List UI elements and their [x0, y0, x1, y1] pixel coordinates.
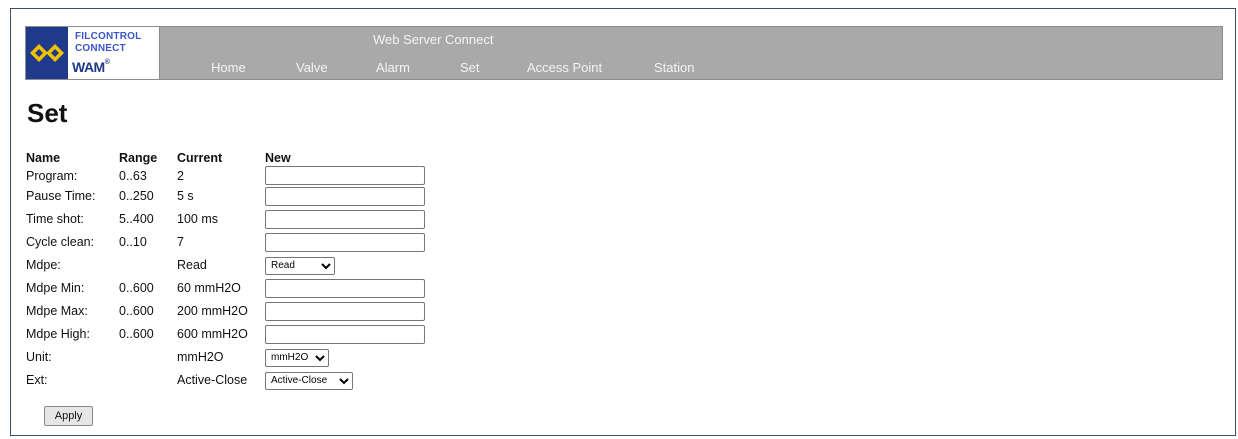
- app-title: Web Server Connect: [373, 32, 494, 47]
- program-input[interactable]: [265, 166, 425, 185]
- row-range: 0..250: [119, 189, 154, 203]
- mdpe-select[interactable]: Read: [265, 256, 335, 275]
- logo-emblem: [26, 27, 68, 79]
- diamond-icon: [30, 44, 64, 62]
- mdpe-min-input[interactable]: [265, 279, 425, 299]
- table-row: Mdpe: Read Read: [26, 254, 431, 277]
- nav-alarm[interactable]: Alarm: [376, 60, 410, 75]
- ext-select[interactable]: Active-Close: [265, 371, 353, 390]
- logo-trademark: ®: [104, 59, 110, 66]
- table-row: Mdpe Min: 0..600 60 mmH2O: [26, 277, 431, 300]
- pause-time-input[interactable]: [265, 187, 425, 207]
- table-row: Ext: Active-Close Active-Close: [26, 369, 431, 392]
- row-current: 7: [177, 235, 184, 249]
- header-current: Current: [177, 151, 223, 165]
- row-range: [119, 369, 177, 392]
- header-name: Name: [26, 151, 61, 165]
- logo-brand: WAM: [72, 59, 105, 75]
- row-range: 0..600: [119, 304, 154, 318]
- row-range: 0..63: [119, 168, 147, 183]
- row-name: Mdpe Min:: [26, 281, 85, 295]
- table-row: Time shot: 5..400 100 ms: [26, 208, 431, 231]
- page-title: Set: [27, 98, 68, 128]
- logo: FILCONTROL CONNECT WAM®: [26, 27, 160, 79]
- row-current: Active-Close: [177, 373, 248, 387]
- logo-text-connect: CONNECT: [75, 43, 126, 54]
- row-name: Mdpe High:: [26, 327, 90, 341]
- nav-station[interactable]: Station: [654, 60, 694, 75]
- logo-text-wam: WAM®: [72, 59, 110, 75]
- cycle-clean-input[interactable]: [265, 233, 425, 253]
- row-current: 100 ms: [177, 212, 218, 226]
- row-name: Mdpe Max:: [26, 304, 88, 318]
- table-header-row: Name Range Current New: [26, 150, 431, 166]
- logo-text-filcontrol: FILCONTROL: [75, 31, 142, 42]
- time-shot-input[interactable]: [265, 210, 425, 230]
- row-current: 2: [177, 168, 184, 183]
- mdpe-high-input[interactable]: [265, 325, 425, 345]
- row-current: mmH2O: [177, 350, 224, 364]
- settings-table: Name Range Current New Program: 0..63 2 …: [26, 150, 431, 392]
- row-current: Read: [177, 258, 207, 272]
- row-name: Ext:: [26, 373, 48, 387]
- row-name: Program:: [26, 168, 78, 183]
- table-row: Pause Time: 0..250 5 s: [26, 185, 431, 208]
- row-range: 0..600: [119, 327, 154, 341]
- header-bar: FILCONTROL CONNECT WAM® Web Server Conne…: [25, 26, 1223, 80]
- unit-select[interactable]: mmH2O: [265, 348, 329, 367]
- nav-set[interactable]: Set: [460, 60, 480, 75]
- nav-home[interactable]: Home: [211, 60, 246, 75]
- row-range: [119, 346, 177, 369]
- row-range: [119, 254, 177, 277]
- mdpe-max-input[interactable]: [265, 302, 425, 322]
- table-row: Cycle clean: 0..10 7: [26, 231, 431, 254]
- nav-access-point[interactable]: Access Point: [527, 60, 602, 75]
- row-name: Cycle clean:: [26, 235, 95, 249]
- row-name: Time shot:: [26, 212, 84, 226]
- row-range: 5..400: [119, 212, 154, 226]
- row-current: 600 mmH2O: [177, 327, 248, 341]
- row-range: 0..600: [119, 281, 154, 295]
- header-range: Range: [119, 151, 158, 165]
- header-new: New: [265, 151, 291, 165]
- row-current: 60 mmH2O: [177, 281, 241, 295]
- table-row: Program: 0..63 2: [26, 166, 431, 185]
- apply-button[interactable]: Apply: [44, 406, 93, 426]
- row-name: Unit:: [26, 350, 52, 364]
- row-current: 200 mmH2O: [177, 304, 248, 318]
- row-current: 5 s: [177, 189, 194, 203]
- row-range: 0..10: [119, 235, 147, 249]
- table-row: Mdpe Max: 0..600 200 mmH2O: [26, 300, 431, 323]
- nav-valve[interactable]: Valve: [296, 60, 328, 75]
- table-row: Mdpe High: 0..600 600 mmH2O: [26, 323, 431, 346]
- table-row: Unit: mmH2O mmH2O: [26, 346, 431, 369]
- row-name: Mdpe:: [26, 258, 61, 272]
- row-name: Pause Time:: [26, 189, 96, 203]
